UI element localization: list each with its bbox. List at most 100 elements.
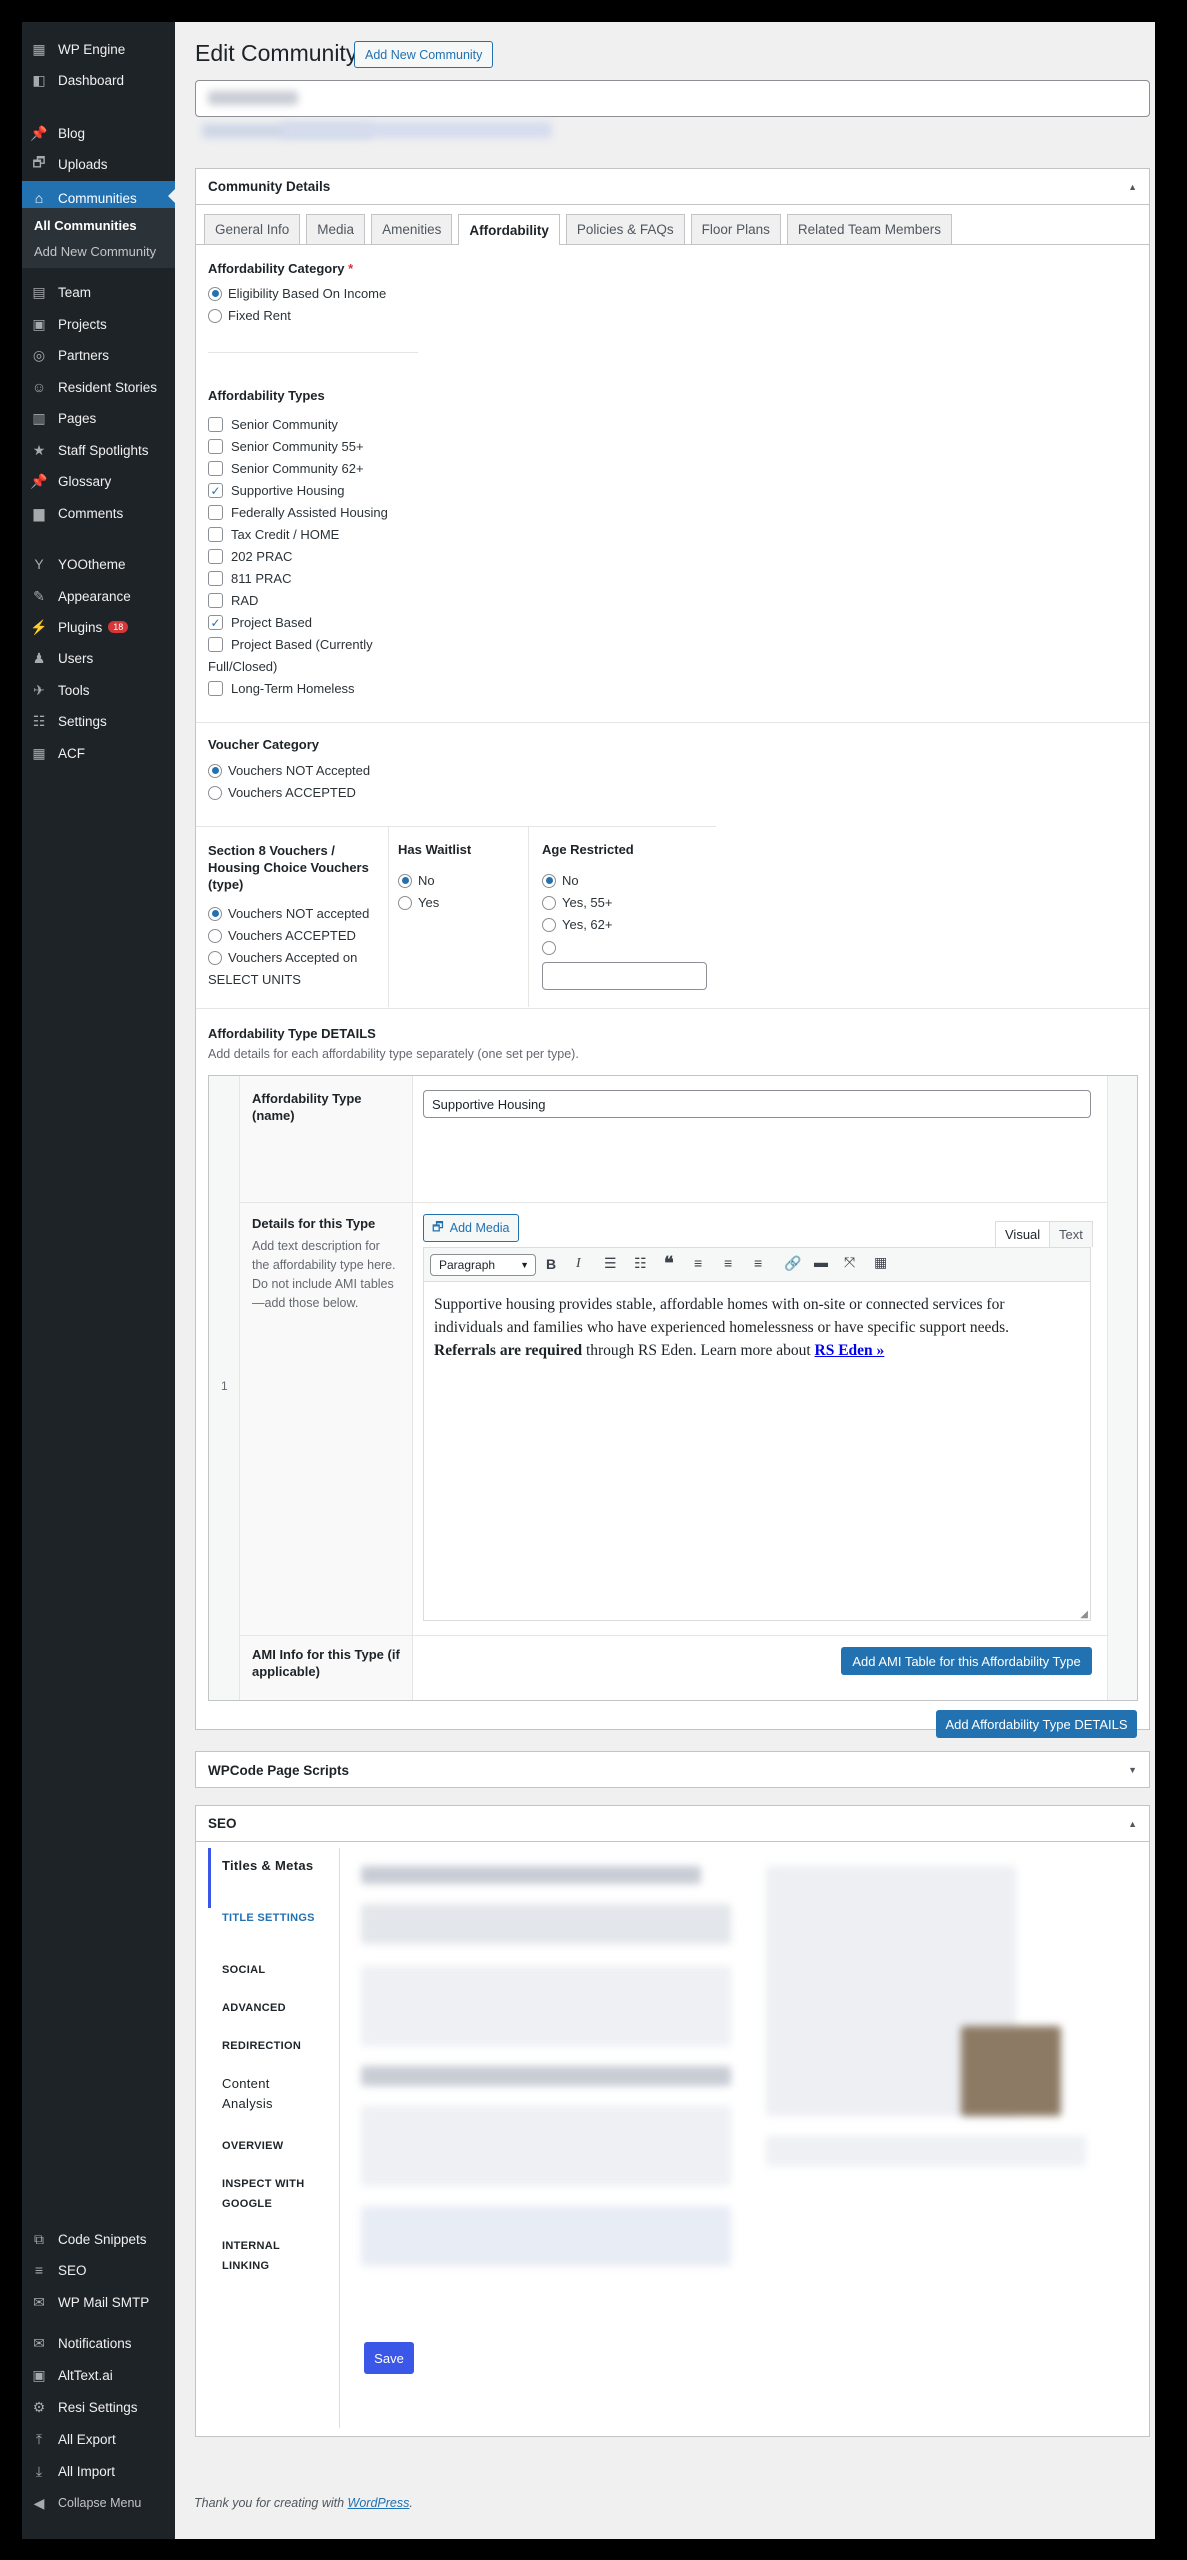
sidebar-item-dashboard[interactable]: ◧ Dashboard (22, 65, 175, 95)
tab-affordability[interactable]: Affordability (458, 214, 560, 245)
sidebar-item-pages[interactable]: ▥ Pages (22, 403, 175, 433)
tab-related-team-members[interactable]: Related Team Members (786, 214, 952, 244)
option-checkbox[interactable] (208, 681, 223, 696)
option-senior-community[interactable]: Senior Community (208, 417, 338, 432)
option-supportive-housing[interactable]: ✓ Supportive Housing (208, 483, 344, 498)
tab-text[interactable]: Text (1049, 1221, 1093, 1247)
option-yes[interactable]: Yes (398, 895, 439, 910)
tab-policies-faqs[interactable]: Policies & FAQs (565, 214, 685, 244)
blockquote-icon[interactable]: ❝ (664, 1253, 674, 1274)
sidebar-item-glossary[interactable]: 📌 Glossary (22, 466, 175, 496)
sidebar-item-alttext-ai[interactable]: ▣ AltText.ai (22, 2360, 175, 2390)
option-project-based[interactable]: ✓ Project Based (208, 615, 312, 630)
align-center-icon[interactable]: ≡ (724, 1255, 732, 1271)
option-radio[interactable] (208, 785, 222, 800)
option-checkbox[interactable] (208, 593, 223, 608)
option-rad[interactable]: RAD (208, 593, 258, 608)
add-new-community-button[interactable]: Add New Community (354, 41, 494, 68)
option-project-based-currently[interactable]: Project Based (Currently (208, 637, 373, 652)
rs-eden-link[interactable]: RS Eden » (815, 1342, 885, 1359)
resize-handle-icon[interactable]: ◢ (1080, 1609, 1088, 1620)
option-vouchers-accepted[interactable]: Vouchers ACCEPTED (208, 785, 356, 800)
collapse-caret-icon[interactable]: ▲ (1128, 1819, 1137, 1829)
wordpress-link[interactable]: WordPress (348, 2496, 410, 2510)
seo-nav-redirection[interactable]: REDIRECTION (222, 2036, 322, 2056)
seo-nav-internal-linking[interactable]: INTERNAL LINKING (222, 2236, 322, 2276)
option-radio[interactable] (208, 906, 222, 921)
option-vouchers-accepted-on[interactable]: Vouchers Accepted on (208, 950, 357, 965)
align-left-icon[interactable]: ≡ (694, 1255, 702, 1271)
option-eligibility-based-on-income[interactable]: Eligibility Based On Income (208, 286, 386, 301)
sidebar-item-uploads[interactable]: 🗗 Uploads (22, 149, 175, 179)
sidebar-item-team[interactable]: ▤ Team (22, 277, 175, 307)
sidebar-item-all-export[interactable]: ⤒ All Export (22, 2424, 175, 2454)
option-radio[interactable] (208, 308, 222, 323)
sidebar-item-resi-settings[interactable]: ⚙ Resi Settings (22, 2392, 175, 2422)
seo-nav-overview[interactable]: OVERVIEW (222, 2136, 322, 2156)
add-type-details-button[interactable]: Add Affordability Type DETAILS (936, 1710, 1137, 1738)
sidebar-item-users[interactable]: ♟ Users (22, 643, 175, 673)
option-senior-community-55-[interactable]: Senior Community 55+ (208, 439, 364, 454)
sidebar-item-wp-engine[interactable]: ▦ WP Engine (22, 34, 175, 64)
submenu-add-new-community[interactable]: Add New Community (22, 238, 175, 264)
add-ami-table-button[interactable]: Add AMI Table for this Affordability Typ… (841, 1647, 1092, 1675)
align-right-icon[interactable]: ≡ (754, 1255, 762, 1271)
sidebar-item-settings[interactable]: ☷ Settings (22, 706, 175, 736)
option-vouchers-accepted[interactable]: Vouchers ACCEPTED (208, 928, 356, 943)
option-vouchers-not-accepted[interactable]: Vouchers NOT Accepted (208, 763, 370, 778)
title-input[interactable] (195, 80, 1150, 117)
option-yes-62-[interactable]: Yes, 62+ (542, 917, 612, 932)
collapse-caret-icon[interactable]: ▲ (1128, 182, 1137, 192)
sidebar-item-wp-mail-smtp[interactable]: ✉ WP Mail SMTP (22, 2287, 175, 2317)
tab-general-info[interactable]: General Info (204, 214, 301, 244)
fullscreen-icon[interactable]: ⤧ (844, 1254, 855, 1271)
option-811-prac[interactable]: 811 PRAC (208, 571, 291, 586)
add-media-button[interactable]: 🗗 Add Media (423, 1214, 519, 1242)
option-radio[interactable] (542, 873, 556, 888)
option-checkbox[interactable] (208, 527, 223, 542)
sidebar-item-projects[interactable]: ▣ Projects (22, 309, 175, 339)
option-checkbox[interactable] (208, 417, 223, 432)
seo-nav-social[interactable]: SOCIAL (222, 1960, 322, 1980)
seo-nav-inspect-with-google[interactable]: INSPECT WITH GOOGLE (222, 2174, 322, 2214)
option-federally-assisted-housing[interactable]: Federally Assisted Housing (208, 505, 388, 520)
option-checkbox[interactable]: ✓ (208, 483, 223, 498)
option-fixed-rent[interactable]: Fixed Rent (208, 308, 291, 323)
option-senior-community-62-[interactable]: Senior Community 62+ (208, 461, 364, 476)
expand-caret-icon[interactable]: ▼ (1128, 1765, 1137, 1775)
sidebar-item-notifications[interactable]: ✉ Notifications (22, 2328, 175, 2358)
sidebar-item-plugins[interactable]: ⚡ Plugins 18 (22, 612, 175, 642)
option-checkbox[interactable] (208, 461, 223, 476)
age-other-input[interactable] (542, 962, 707, 990)
read-more-icon[interactable]: ▬ (814, 1254, 828, 1270)
option-radio[interactable] (542, 917, 556, 932)
option-checkbox[interactable]: ✓ (208, 615, 223, 630)
seo-nav-advanced[interactable]: ADVANCED (222, 1998, 322, 2018)
option-radio[interactable] (398, 895, 412, 910)
sidebar-item-staff-spotlights[interactable]: ★ Staff Spotlights (22, 435, 175, 465)
numbered-list-icon[interactable]: ☷ (634, 1255, 647, 1272)
seo-nav-content-analysis[interactable]: Content Analysis (222, 2074, 322, 2114)
submenu-all-communities[interactable]: All Communities (22, 212, 175, 238)
sidebar-item-acf[interactable]: ▦ ACF (22, 738, 175, 768)
sidebar-item-collapse-menu[interactable]: ◀ Collapse Menu (22, 2488, 175, 2518)
option-vouchers-not-accepted[interactable]: Vouchers NOT accepted (208, 906, 369, 921)
option-checkbox[interactable] (208, 505, 223, 520)
option-long-term-homeless[interactable]: Long-Term Homeless (208, 681, 355, 696)
editor-content[interactable]: Supportive housing provides stable, affo… (434, 1293, 1074, 1362)
sidebar-item-appearance[interactable]: ✎ Appearance (22, 581, 175, 611)
option-tax-credit-home[interactable]: Tax Credit / HOME (208, 527, 339, 542)
sidebar-item-comments[interactable]: ▆ Comments (22, 498, 175, 528)
option-checkbox[interactable] (208, 549, 223, 564)
seo-nav-title-settings[interactable]: TITLE SETTINGS (222, 1908, 322, 1928)
type-name-input[interactable]: Supportive Housing (423, 1090, 1091, 1118)
sidebar-item-resident-stories[interactable]: ☺ Resident Stories (22, 372, 175, 402)
age-other-radio[interactable] (542, 941, 556, 955)
bold-icon[interactable]: B (546, 1256, 556, 1272)
link-icon[interactable]: 🔗 (784, 1255, 801, 1272)
option-radio[interactable] (208, 928, 222, 943)
option-no[interactable]: No (542, 873, 579, 888)
tab-visual[interactable]: Visual (995, 1221, 1051, 1247)
option-radio[interactable] (208, 763, 222, 778)
tab-floor-plans[interactable]: Floor Plans (690, 214, 781, 244)
